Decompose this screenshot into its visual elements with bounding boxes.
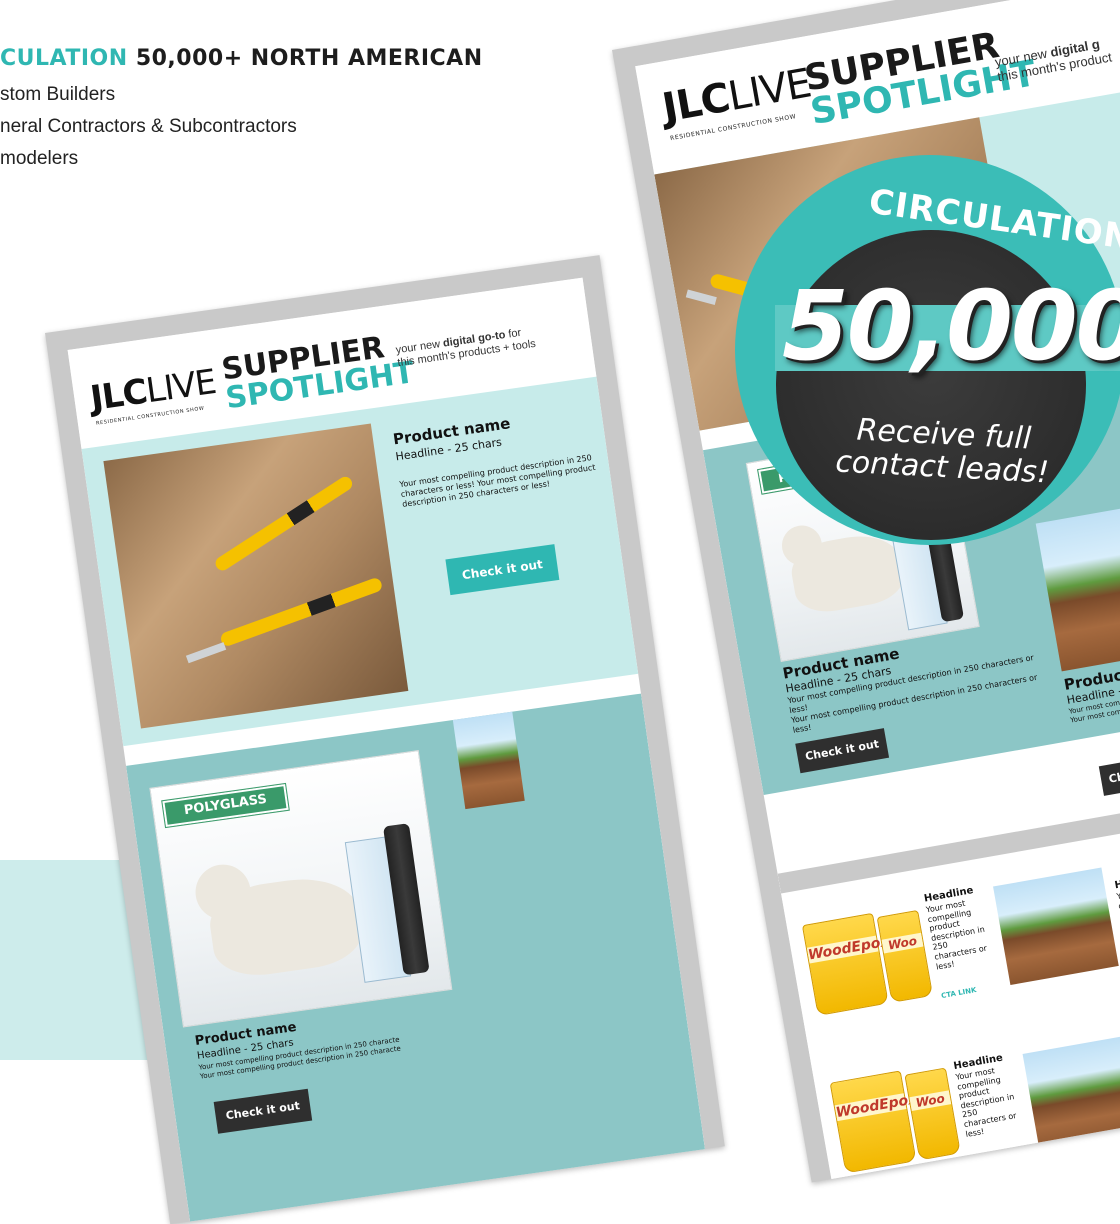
circulation-heading: CULATION 50,000+ NORTH AMERICAN <box>0 46 483 71</box>
badge-number: 50,000 <box>782 270 1120 382</box>
polyglass-logo: POLYGLASS <box>161 782 290 829</box>
badge-subtitle: Receive full contact leads! <box>806 411 1079 491</box>
circulation-label: CULATION <box>0 46 128 71</box>
newsletter-mockup-left: JLCLIVE RESIDENTIAL CONSTRUCTION SHOW SU… <box>45 255 725 1224</box>
woodepox-product-photo: WoodEpox Woo <box>826 1042 967 1179</box>
product-grid-section: WoodEpox Woo Headline Your most compellin… <box>777 776 1120 1180</box>
email-tagline: your new digital go-to for this month's p… <box>394 326 537 369</box>
cta-link[interactable]: CTA LINK <box>941 986 977 1000</box>
audience-item: stom Builders <box>0 84 116 105</box>
grid-item-text: HeadlineYour most compelling product des… <box>952 1052 1018 1139</box>
check-it-out-button[interactable]: Check it out <box>445 544 560 596</box>
check-it-out-button[interactable]: Check it out <box>795 728 890 774</box>
product-section: POLYGLASS Product name Headline - 25 cha… <box>126 693 706 1222</box>
audience-item: neral Contractors & Subcontractors <box>0 116 297 137</box>
woodepox-product-photo: WoodEpox Woo <box>798 885 939 1034</box>
circulation-audience-heading: 50,000+ NORTH AMERICAN <box>127 46 483 71</box>
check-it-out-button[interactable]: Check it out <box>213 1088 313 1134</box>
deck-product-photo <box>1035 481 1120 672</box>
check-it-out-button[interactable]: Check it out <box>1098 750 1120 796</box>
polar-bear-product-photo: POLYGLASS <box>149 750 453 1028</box>
audience-item: modelers <box>0 148 79 169</box>
product-description: Your most compelling product description… <box>398 453 597 509</box>
deck-product-photo <box>1022 1034 1120 1153</box>
supplier-spotlight-logo: SUPPLIER SPOTLIGHT <box>219 330 417 416</box>
deck-product-photo <box>452 711 525 810</box>
deck-product-photo <box>993 867 1119 986</box>
grid-item-text: HeadlineYour most compelling product des… <box>923 885 988 972</box>
utility-knife-photo <box>103 423 409 729</box>
